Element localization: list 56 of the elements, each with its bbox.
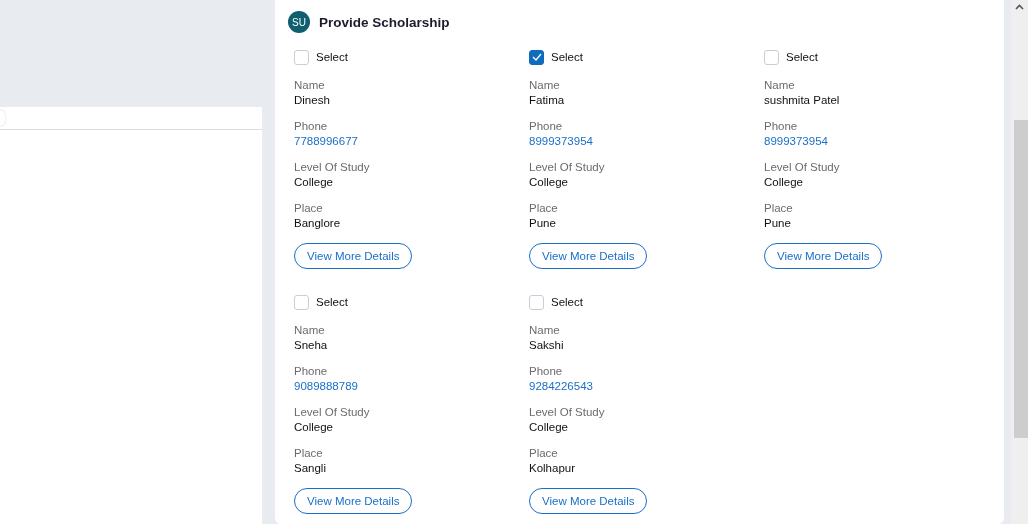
phone-link[interactable]: 7788996677 (294, 134, 529, 149)
panel-title: Provide Scholarship (319, 14, 450, 30)
field-label: Name (764, 78, 796, 93)
phone-link[interactable]: 8999373954 (764, 134, 999, 149)
field-value: Fatima (529, 93, 566, 108)
view-details-button[interactable]: View More Details (529, 243, 648, 269)
field-label: Level Of Study (764, 160, 841, 175)
field-label: Phone (294, 364, 329, 379)
field-label: Phone (764, 119, 799, 134)
field-value: Pune (529, 216, 557, 231)
avatar: SU (288, 11, 310, 33)
view-details-button[interactable]: View More Details (294, 243, 413, 269)
field-label: Level Of Study (529, 160, 606, 175)
field-value: College (764, 175, 804, 190)
phone-link[interactable]: 9089888789 (294, 379, 529, 394)
field-value: Banglore (294, 216, 342, 231)
field-value: College (294, 175, 334, 190)
view-details-button[interactable]: View More Details (294, 488, 413, 514)
field-label: Level Of Study (529, 405, 606, 420)
field-label: Phone (294, 119, 329, 134)
checkbox-label[interactable]: Select (316, 51, 348, 63)
scrollbar-thumb[interactable] (1013, 120, 1028, 438)
field-value: Sneha (294, 338, 329, 353)
field-value: College (294, 420, 334, 435)
field-label: Name (529, 78, 561, 93)
field-value: Pune (764, 216, 792, 231)
field-label: Place (294, 446, 324, 461)
field-value: Kolhapur (529, 461, 577, 476)
field-value: Sangli (294, 461, 327, 476)
phone-link[interactable]: 8999373954 (529, 134, 764, 149)
field-value: College (529, 175, 569, 190)
field-label: Phone (529, 119, 564, 134)
field-label: Place (294, 201, 324, 216)
field-label: Phone (529, 364, 564, 379)
field-value: College (529, 420, 569, 435)
checkbox-label[interactable]: Select (786, 51, 818, 63)
field-label: Place (529, 446, 559, 461)
checkbox-label[interactable]: Select (316, 296, 348, 308)
field-label: Name (294, 323, 326, 338)
field-label: Level Of Study (294, 405, 371, 420)
field-label: Name (529, 323, 561, 338)
field-value: Dinesh (294, 93, 331, 108)
field-label: Name (294, 78, 326, 93)
checkbox-label[interactable]: Select (551, 296, 583, 308)
view-details-button[interactable]: View More Details (764, 243, 883, 269)
checkbox[interactable] (529, 49, 544, 65)
scroll-up-icon[interactable] (1015, 4, 1024, 10)
field-value: Sakshi (529, 338, 565, 353)
field-label: Place (764, 201, 794, 216)
field-value: sushmita Patel (764, 93, 841, 108)
scrollbar[interactable] (1011, 0, 1028, 524)
field-label: Place (529, 201, 559, 216)
field-label: Level Of Study (294, 160, 371, 175)
checkbox-label[interactable]: Select (551, 51, 583, 63)
view-details-button[interactable]: View More Details (529, 488, 648, 514)
phone-link[interactable]: 9284226543 (529, 379, 764, 394)
